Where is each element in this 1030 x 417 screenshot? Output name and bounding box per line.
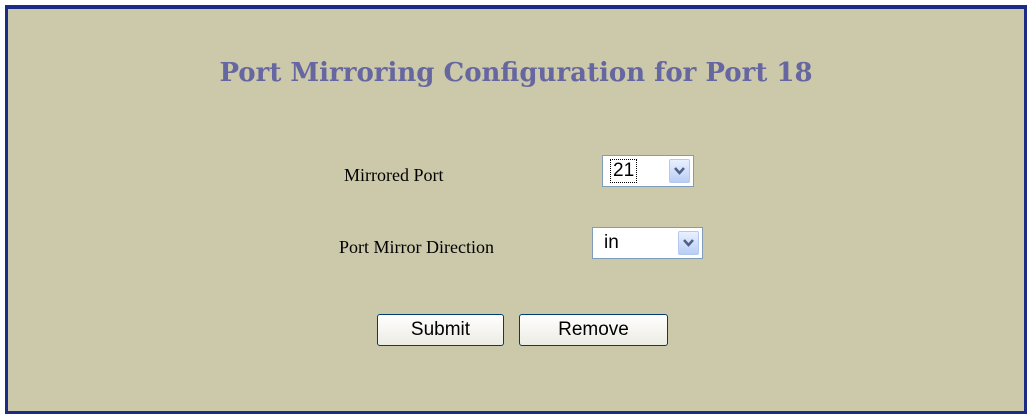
direction-select[interactable]: in (592, 227, 703, 259)
chevron-down-icon (683, 239, 694, 247)
remove-button[interactable]: Remove (519, 314, 668, 346)
mirrored-port-label: Mirrored Port (344, 165, 444, 185)
direction-label: Port Mirror Direction (339, 237, 494, 257)
mirrored-port-dropdown-button[interactable] (669, 159, 690, 183)
mirrored-port-select[interactable]: 21 (602, 155, 694, 187)
page-title: Port Mirroring Configuration for Port 18 (219, 58, 813, 88)
direction-dropdown-button[interactable] (678, 231, 699, 255)
config-panel: Port Mirroring Configuration for Port 18… (5, 5, 1027, 414)
direction-value: in (604, 232, 619, 253)
mirrored-port-value: 21 (609, 159, 638, 183)
submit-button[interactable]: Submit (377, 314, 504, 346)
chevron-down-icon (674, 167, 685, 175)
